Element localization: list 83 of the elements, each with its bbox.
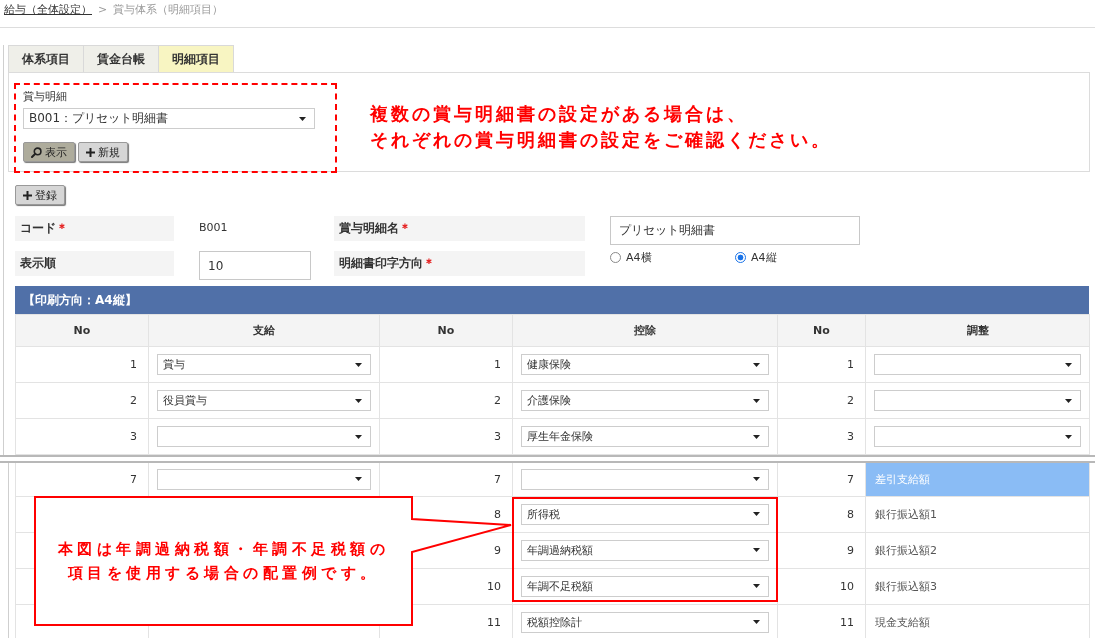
column-header: 支給 [148,314,380,347]
new-button[interactable]: 新規 [78,142,128,162]
field-label: 賞与明細 [23,90,67,104]
notice-text: 複数の賞与明細書の設定がある場合は、 それぞれの賞与明細書の設定をご確認ください。 [370,102,832,152]
dropdown[interactable]: 所得税 [521,503,769,525]
caret-icon [355,398,362,403]
row-number: 8 [777,496,866,532]
tab[interactable]: 明細項目 [158,45,234,72]
row-number: 2 [15,382,149,419]
field-value: B001 [199,220,228,234]
register-button[interactable]: 登録 [15,185,65,205]
caret-icon [753,477,760,482]
caret-icon [753,548,760,552]
required-mark: ＊ [423,255,435,272]
caret-icon [299,116,306,121]
text-input[interactable]: プリセット明細書 [610,216,860,245]
required-mark: ＊ [56,220,68,237]
breadcrumb-current: 賞与体系（明細項目） [113,3,224,17]
table-cell[interactable]: 銀行振込額2 [865,532,1090,568]
field-label: 表示順 [20,255,56,272]
caret-icon [355,362,362,367]
search-icon [31,146,42,158]
dropdown[interactable]: B001：プリセット明細書 [23,108,315,129]
table-cell[interactable]: 銀行振込額1 [865,496,1090,532]
dropdown[interactable]: 健康保険 [521,354,769,375]
row-number: 2 [379,382,513,419]
show-button[interactable]: 表示 [23,142,75,162]
caret-icon [355,477,362,482]
row-number: 3 [777,418,866,455]
column-header: 調整 [865,314,1090,347]
caret-icon [1065,362,1072,367]
row-number: 3 [379,418,513,455]
required-mark: ＊ [399,220,411,237]
section-header-bar: 【印刷方向：A4縦】 [15,286,1089,314]
caret-icon [753,362,760,367]
row-number: 1 [379,346,513,383]
tab[interactable]: 賃金台帳 [83,45,159,72]
field-label: 明細書印字方向 [339,255,423,272]
dropdown[interactable]: 介護保険 [521,390,769,411]
dropdown[interactable]: 年調不足税額 [521,575,769,597]
radio-label: A4横 [626,250,652,265]
row-number: 7 [777,463,866,496]
dropdown[interactable] [874,354,1081,375]
tab[interactable]: 体系項目 [8,45,84,72]
dropdown[interactable] [157,426,371,447]
radio-button[interactable] [735,252,746,263]
column-header: No [379,314,513,347]
breadcrumb-separator: > [98,3,108,17]
plus-icon [86,147,95,157]
dropdown[interactable]: 年調過納税額 [521,539,769,561]
column-header: 控除 [512,314,778,347]
row-number: 1 [15,346,149,383]
row-number: 2 [777,382,866,419]
field-label: コード [20,220,56,237]
caret-icon [355,434,362,439]
caret-icon [1065,398,1072,403]
caret-icon [753,620,760,624]
dropdown[interactable] [521,468,769,490]
row-number: 10 [777,568,866,604]
row-number: 1 [777,346,866,383]
column-header: No [15,314,149,347]
dropdown[interactable]: 税額控除計 [521,611,769,633]
caret-icon [1065,434,1072,439]
radio-label: A4縦 [751,250,777,265]
field-label: 賞与明細名 [339,220,399,237]
dropdown[interactable]: 厚生年金保険 [521,426,769,447]
caret-icon [753,584,760,588]
dropdown[interactable]: 役員賞与 [157,390,371,411]
column-header: No [777,314,866,347]
table-cell[interactable]: 銀行振込額3 [865,568,1090,604]
caret-icon [753,512,760,516]
dropdown[interactable] [874,426,1081,447]
dropdown[interactable] [874,390,1081,411]
caret-icon [753,398,760,403]
row-number: 3 [15,418,149,455]
text-input[interactable]: 10 [199,251,311,280]
row-number: 9 [777,532,866,568]
caret-icon [753,434,760,439]
dropdown[interactable]: 賞与 [157,354,371,375]
radio-button[interactable] [610,252,621,263]
plus-icon [23,190,32,200]
dropdown[interactable] [157,468,371,490]
breadcrumb-link[interactable]: 給与（全体設定） [4,3,92,17]
